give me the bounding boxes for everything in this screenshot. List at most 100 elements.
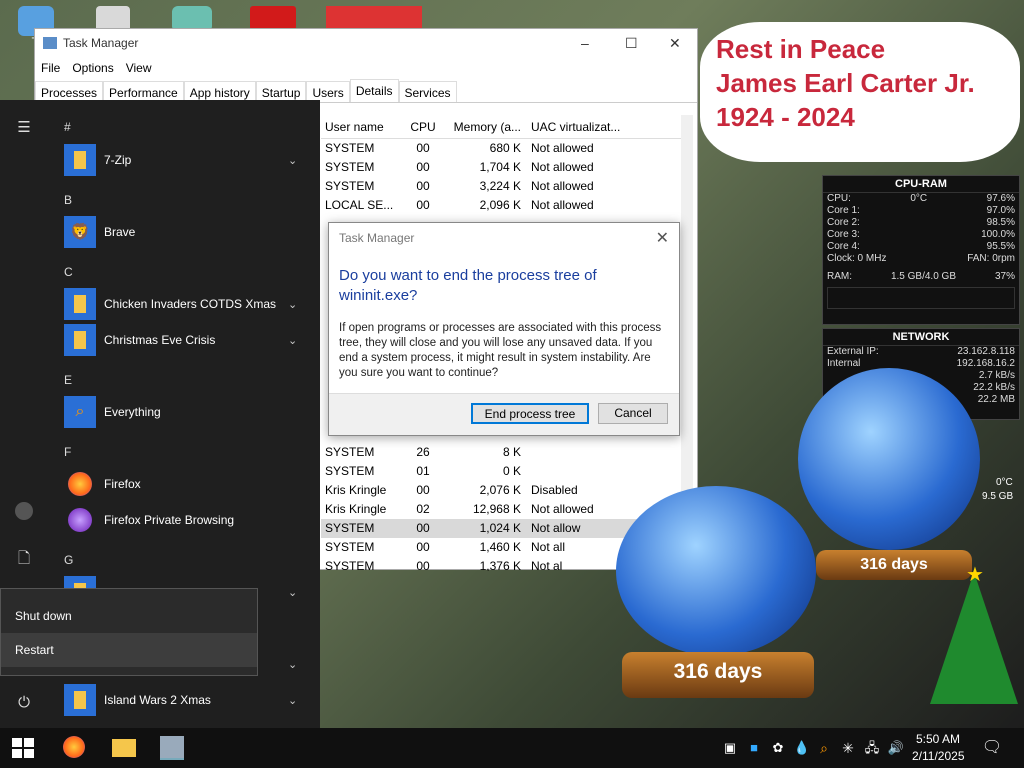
dialog-close-icon[interactable]: ✕ [656, 228, 669, 248]
power-icon[interactable]: ⏻ [0, 694, 48, 711]
app-brave[interactable]: 🦁 Brave [64, 216, 314, 248]
app-7zip[interactable]: 7-Zip [64, 144, 314, 176]
hamburger-icon[interactable]: ☰ [0, 118, 48, 136]
cpu-ram-title: CPU-RAM [823, 176, 1019, 193]
core-label: Core 3: [827, 229, 860, 240]
table-cell: SYSTEM [325, 540, 375, 554]
chevron-down-icon[interactable]: ⌄ [288, 154, 297, 167]
close-button[interactable]: ✕ [669, 35, 681, 52]
table-cell: SYSTEM [325, 445, 375, 459]
app-firefox-private[interactable]: Firefox Private Browsing [64, 504, 314, 536]
account-icon[interactable] [0, 502, 48, 524]
table-row[interactable]: Kris Kringle 02 12,968 K Not allowed [321, 500, 693, 519]
col-memory[interactable]: Memory (a... [443, 115, 525, 138]
window-title: Task Manager [63, 36, 139, 50]
menu-view[interactable]: View [120, 57, 158, 79]
table-cell: Kris Kringle [325, 483, 387, 497]
table-cell: Not all [531, 540, 566, 554]
table-row[interactable]: SYSTEM 01 0 K [321, 462, 693, 481]
col-cpu[interactable]: CPU [403, 115, 443, 138]
table-row[interactable]: SYSTEM 00 1,704 K Not allowed [321, 158, 693, 177]
table-row[interactable]: SYSTEM 26 8 K [321, 443, 693, 462]
maximize-button[interactable]: ☐ [625, 35, 638, 52]
table-cell: SYSTEM [325, 464, 375, 478]
table-cell: 1,376 K [479, 559, 521, 571]
menu-file[interactable]: File [35, 57, 66, 79]
rows-top: SYSTEM 00 680 K Not allowed SYSTEM 00 1,704 K N… [321, 139, 693, 215]
folder-icon [64, 288, 96, 320]
chevron-down-icon[interactable]: ⌄ [288, 658, 297, 671]
tab-startup[interactable]: Startup [255, 81, 307, 102]
minimize-button[interactable]: – [581, 35, 589, 51]
tab-performance[interactable]: Performance [103, 81, 184, 102]
documents-icon[interactable]: 🗋 [0, 548, 48, 573]
table-row[interactable]: SYSTEM 00 3,224 K Not allowed [321, 177, 693, 196]
col-uac[interactable]: UAC virtualizat... [525, 115, 625, 138]
windows-start-icon[interactable] [12, 738, 34, 758]
side-temp: 0°C [996, 477, 1013, 488]
app-christmas-eve-crisis[interactable]: Christmas Eve Crisis [64, 324, 314, 356]
desktop-icon[interactable] [250, 6, 296, 30]
menu-options[interactable]: Options [66, 57, 119, 79]
cancel-button[interactable]: Cancel [598, 403, 668, 424]
table-cell: SYSTEM [325, 179, 375, 193]
ram-line: RAM: 1.5 GB/4.0 GB 37% [823, 271, 1019, 283]
chevron-down-icon[interactable]: ⌄ [288, 694, 297, 707]
task-manager-taskbar-icon[interactable] [160, 736, 184, 760]
end-process-tree-button[interactable]: End process tree [471, 403, 589, 424]
tray-icon-3[interactable]: ✿ [766, 736, 790, 760]
star-icon: ★ [966, 564, 984, 586]
days-counter-small: 316 days [860, 556, 928, 573]
tray-icon-4[interactable]: 💧 [790, 736, 814, 760]
chevron-down-icon[interactable]: ⌄ [288, 586, 297, 599]
search-tray-icon[interactable]: ⌕ [812, 736, 836, 760]
chevron-down-icon[interactable]: ⌄ [288, 334, 297, 347]
network-title: NETWORK [823, 329, 1019, 346]
tab-app-history[interactable]: App history [183, 81, 256, 102]
tab-processes[interactable]: Processes [35, 81, 104, 102]
table-cell: 1,460 K [479, 540, 521, 554]
tray-icon-1[interactable]: ▣ [718, 736, 742, 760]
app-label: 7-Zip [104, 153, 132, 167]
ram-graph [827, 287, 1015, 309]
table-cell: SYSTEM [325, 521, 375, 535]
restart-item[interactable]: Restart [1, 633, 257, 667]
desktop-icon[interactable] [326, 6, 422, 30]
notifications-icon[interactable]: 🗨 [980, 736, 1004, 760]
core-value: 100.0% [981, 229, 1015, 240]
clock-time[interactable]: 5:50 AM [916, 732, 960, 746]
tray-icon-2[interactable]: ■ [742, 736, 766, 760]
shut-down-item[interactable]: Shut down [1, 599, 257, 633]
section-letter[interactable]: F [64, 445, 71, 459]
table-row[interactable]: Kris Kringle 00 2,076 K Disabled [321, 481, 693, 500]
table-cell: 00 [416, 521, 430, 535]
tab-users[interactable]: Users [306, 81, 350, 102]
file-explorer-icon[interactable] [112, 739, 136, 757]
section-letter[interactable]: E [64, 373, 72, 387]
brave-icon: 🦁 [64, 216, 96, 248]
chevron-down-icon[interactable]: ⌄ [288, 298, 297, 311]
app-label: Everything [104, 405, 161, 419]
clock-date[interactable]: 2/11/2025 [912, 749, 965, 763]
core-line: Core 3: 100.0% [823, 229, 1019, 241]
network-tray-icon[interactable]: 🖧 [860, 736, 884, 760]
col-user-name[interactable]: User name [321, 115, 403, 138]
tray-icon-5[interactable]: ✳ [836, 736, 860, 760]
section-letter[interactable]: B [64, 193, 72, 207]
section-letter[interactable]: G [64, 553, 73, 567]
folder-icon [64, 684, 96, 716]
table-row[interactable]: LOCAL SE... 00 2,096 K Not allowed [321, 196, 693, 215]
tab-services[interactable]: Services [398, 81, 457, 102]
app-firefox[interactable]: Firefox [64, 468, 314, 500]
firefox-taskbar-icon[interactable] [62, 736, 86, 760]
app-island-wars[interactable]: Island Wars 2 Xmas [64, 684, 314, 716]
app-chicken-invaders[interactable]: Chicken Invaders COTDS Xmas [64, 288, 314, 320]
app-everything[interactable]: ⌕ Everything [64, 396, 314, 428]
table-row[interactable]: SYSTEM 00 680 K Not allowed [321, 139, 693, 158]
section-letter[interactable]: C [64, 265, 73, 279]
volume-icon[interactable]: 🔊 [884, 736, 908, 760]
snow-globe-small [798, 368, 980, 550]
section-letter[interactable]: # [64, 120, 71, 134]
folder-icon [64, 144, 96, 176]
tab-details[interactable]: Details [349, 79, 399, 102]
